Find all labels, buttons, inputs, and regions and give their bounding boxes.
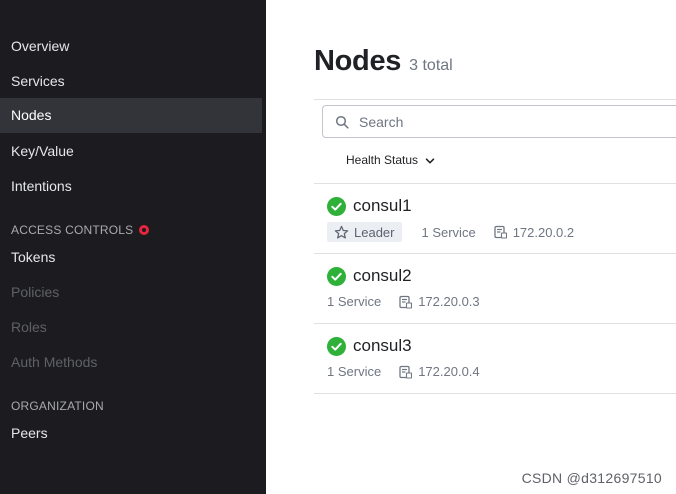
- node-row-consul2[interactable]: consul2 1 Service 172.20.0.3: [314, 254, 676, 324]
- total-count: 3 total: [409, 57, 453, 74]
- acl-status-icon: [139, 225, 150, 235]
- sidebar-item-intentions[interactable]: Intentions: [0, 169, 262, 204]
- access-controls-heading: ACCESS CONTROLS: [11, 223, 150, 237]
- leader-label: Leader: [354, 224, 395, 240]
- node-address: 172.20.0.4: [418, 364, 480, 379]
- node-name: consul1: [353, 196, 412, 215]
- node-meta: 1 Service 172.20.0.4: [327, 364, 480, 379]
- page-header: Nodes 3 total: [314, 45, 453, 78]
- health-status-filter[interactable]: Health Status: [346, 153, 435, 167]
- node-name: consul2: [353, 266, 412, 285]
- node-address: 172.20.0.3: [418, 294, 480, 309]
- search-input[interactable]: [359, 113, 659, 130]
- star-icon: [334, 225, 349, 240]
- sidebar-item-roles: Roles: [11, 319, 47, 335]
- sidebar-item-services[interactable]: Services: [0, 64, 262, 99]
- node-name: consul3: [353, 336, 412, 355]
- service-count: 1 Service: [327, 364, 382, 379]
- sidebar-item-peers[interactable]: Peers: [0, 416, 262, 451]
- leader-badge: Leader: [327, 222, 403, 242]
- node-address: 172.20.0.2: [512, 224, 575, 240]
- node-meta: 1 Service 172.20.0.3: [327, 294, 480, 309]
- divider: [314, 393, 676, 394]
- sidebar-item-tokens[interactable]: Tokens: [0, 240, 262, 275]
- node-row-consul1[interactable]: consul1 Leader 1 Service 172.20.0.2: [314, 184, 676, 254]
- sidebar: Overview Services Nodes Key/Value Intent…: [0, 0, 266, 494]
- passing-check-icon: [327, 266, 346, 286]
- node-header: consul3: [327, 336, 412, 356]
- passing-check-icon: [327, 336, 346, 356]
- page-title: Nodes: [314, 45, 402, 77]
- node-header: consul1: [327, 196, 412, 216]
- service-count: 1 Service: [421, 224, 476, 240]
- address-icon: [399, 365, 413, 379]
- sidebar-item-key-value[interactable]: Key/Value: [0, 134, 262, 169]
- sidebar-item-policies: Policies: [11, 284, 60, 300]
- node-meta: Leader 1 Service 172.20.0.2: [327, 222, 574, 242]
- sidebar-item-nodes[interactable]: Nodes: [0, 98, 262, 133]
- main-content: Nodes 3 total Health Status consul1: [266, 0, 676, 494]
- address-icon: [494, 225, 507, 239]
- divider: [314, 99, 676, 100]
- access-controls-heading-label: ACCESS CONTROLS: [11, 223, 134, 237]
- node-row-consul3[interactable]: consul3 1 Service 172.20.0.4: [314, 324, 676, 394]
- service-count: 1 Service: [327, 294, 382, 309]
- watermark: CSDN @d312697510: [521, 470, 662, 486]
- node-header: consul2: [327, 266, 412, 286]
- sidebar-item-auth-methods: Auth Methods: [11, 354, 98, 370]
- organization-heading: ORGANIZATION: [11, 399, 104, 413]
- search-icon: [335, 115, 349, 129]
- search-box[interactable]: [322, 105, 676, 138]
- chevron-down-icon: [425, 155, 435, 165]
- health-status-label: Health Status: [346, 153, 419, 167]
- address-icon: [399, 295, 413, 309]
- passing-check-icon: [327, 196, 346, 216]
- sidebar-item-overview[interactable]: Overview: [0, 29, 262, 64]
